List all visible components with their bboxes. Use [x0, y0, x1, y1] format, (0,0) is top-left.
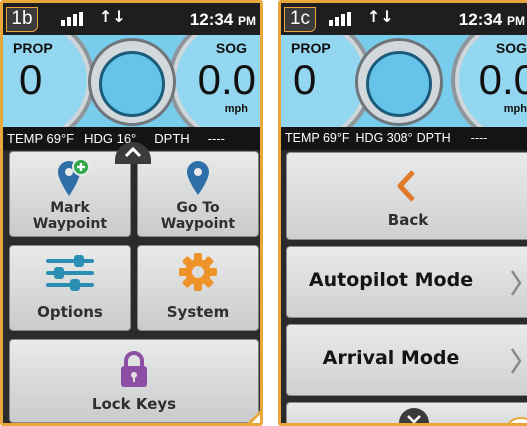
- status-bar: 1c ↑↓ 12:34 PM: [281, 3, 527, 35]
- prop-label: PROP: [291, 40, 331, 56]
- system-button[interactable]: System: [137, 245, 259, 331]
- waypoint-pin-icon: [187, 161, 209, 195]
- sog-unit: mph: [503, 103, 527, 115]
- autopilot-mode-button[interactable]: Autopilot Mode: [286, 246, 527, 318]
- clock: 12:34 PM: [190, 10, 256, 30]
- clock-ampm: PM: [507, 14, 525, 28]
- signal-icon: [61, 12, 89, 26]
- go-to-waypoint-button[interactable]: Go To Waypoint: [137, 151, 259, 237]
- gear-icon: [179, 253, 217, 291]
- go-to-waypoint-line1: Go To: [176, 200, 220, 216]
- back-label: Back: [387, 211, 429, 229]
- prop-value: 0: [293, 56, 317, 103]
- options-label: Options: [37, 303, 103, 321]
- data-transfer-icon: ↑↓: [99, 7, 126, 26]
- autopilot-mode-label: Autopilot Mode: [308, 269, 474, 291]
- compass-center: [366, 51, 432, 117]
- gauge-panel: PROP 0 SOG 0.0 mph: [3, 35, 260, 127]
- screen-1b: 1b ↑↓ 12:34 PM PROP 0 SOG 0.0 mph TEMP 6…: [0, 0, 263, 426]
- add-waypoint-pin-icon: [58, 158, 90, 196]
- lock-keys-button[interactable]: Lock Keys: [9, 339, 259, 423]
- mark-waypoint-line1: Mark: [50, 200, 90, 216]
- clock-ampm: PM: [238, 14, 256, 28]
- go-to-waypoint-line2: Waypoint: [160, 216, 236, 232]
- chevron-down-icon: [407, 415, 421, 423]
- arrival-mode-label: Arrival Mode: [322, 347, 460, 369]
- prop-label: PROP: [13, 40, 53, 56]
- chevron-right-icon: [510, 348, 522, 374]
- sog-unit: mph: [224, 103, 248, 115]
- mark-waypoint-button[interactable]: Mark Waypoint: [9, 151, 131, 237]
- options-button[interactable]: Options: [9, 245, 131, 331]
- lock-keys-label: Lock Keys: [91, 395, 177, 413]
- temp-readout: TEMP 69°F: [7, 131, 75, 146]
- depth-value: ----: [470, 131, 488, 145]
- depth-label: DPTH: [416, 131, 451, 145]
- prop-value: 0: [19, 56, 43, 103]
- heading-readout: HDG 308°: [355, 131, 413, 145]
- data-transfer-icon: ↑↓: [367, 7, 394, 26]
- sliders-icon: [46, 255, 94, 291]
- back-button[interactable]: Back: [286, 152, 527, 240]
- step-label: 1c: [284, 7, 316, 32]
- clock: 12:34 PM: [459, 10, 525, 30]
- depth-label: DPTH: [154, 131, 190, 146]
- back-chevron-icon: [397, 170, 415, 202]
- signal-icon: [329, 12, 357, 26]
- padlock-icon: [121, 351, 147, 387]
- clock-time: 12:34: [189, 10, 234, 29]
- status-bar: 1b ↑↓ 12:34 PM: [3, 3, 260, 35]
- sog-value: 0.0: [478, 56, 527, 103]
- gauge-panel: PROP 0 SOG 0.0 mph: [281, 35, 527, 127]
- chevron-up-icon: [124, 146, 142, 158]
- mark-waypoint-line2: Waypoint: [32, 216, 108, 232]
- sog-label: SOG: [495, 40, 527, 56]
- chevron-right-icon: [510, 270, 522, 296]
- sog-label: SOG: [215, 40, 247, 56]
- temp-readout: TEMP 69°F: [285, 131, 350, 145]
- step-label: 1b: [6, 7, 38, 32]
- info-bar: TEMP 69°F HDG 308° DPTH ----: [281, 127, 527, 150]
- sog-value: 0.0: [197, 56, 256, 103]
- depth-value: ----: [207, 131, 225, 146]
- compass-center: [98, 51, 165, 117]
- arrival-mode-button[interactable]: Arrival Mode: [286, 324, 527, 396]
- screen-1c: 1c ↑↓ 12:34 PM PROP 0 SOG 0.0 mph TEMP 6…: [278, 0, 527, 426]
- system-label: System: [166, 303, 230, 321]
- clock-time: 12:34: [458, 10, 503, 29]
